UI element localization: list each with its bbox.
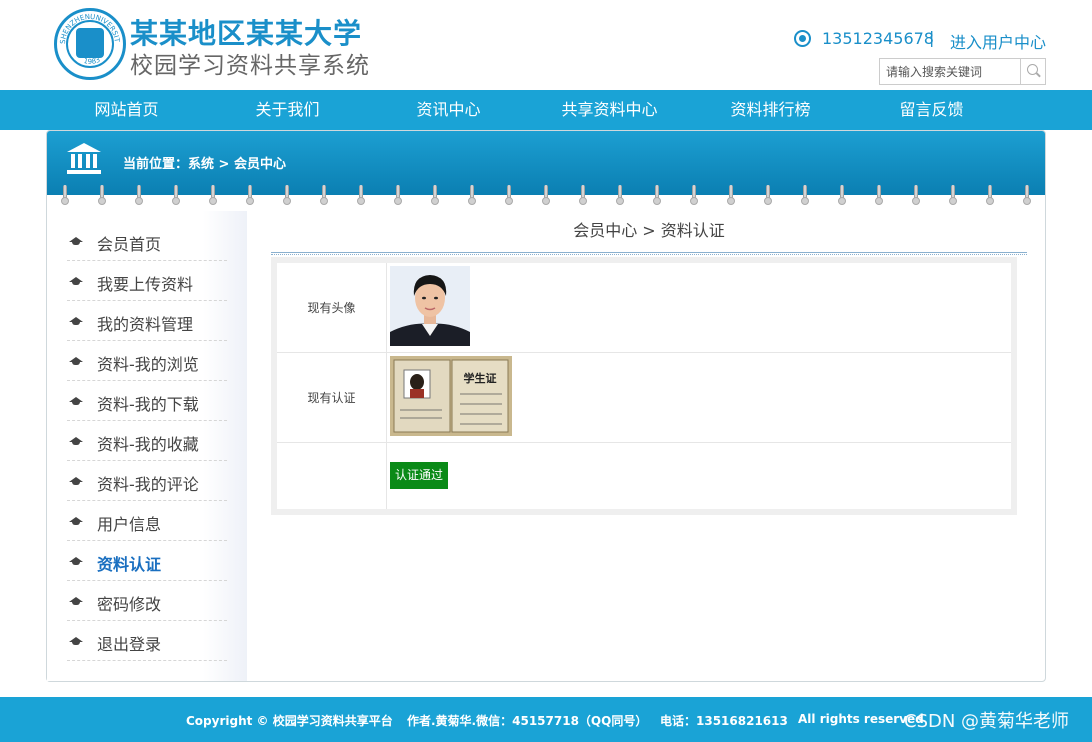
building-icon [67,143,101,175]
table-row-avatar: 现有头像 [277,263,1011,353]
cert-card-text: 学生证 [464,371,497,385]
nav-item-feedback[interactable]: 留言反馈 [851,90,1012,130]
graduation-cap-icon [69,397,83,406]
sidebar-item-label: 退出登录 [97,635,162,654]
verification-table: 现有头像 现有认证 学生证 认证通过 [271,257,1017,515]
sidebar-item-label: 资料-我的评论 [97,475,199,494]
nav-item-home[interactable]: 网站首页 [46,90,207,130]
sidebar-item-logout[interactable]: 退出登录 [67,621,227,661]
search-box [879,58,1046,85]
graduation-cap-icon [69,357,83,366]
sidebar-item-label: 我要上传资料 [97,275,194,294]
user-center-link[interactable]: 进入用户中心 [950,29,1046,53]
sidebar-item-verification[interactable]: 资料认证 [67,541,227,581]
sidebar-item-my-downloads[interactable]: 资料-我的下载 [67,381,227,421]
graduation-cap-icon [69,517,83,526]
footer-author: 作者.黄菊华.微信：45157718（QQ同号） [407,714,648,728]
sidebar-item-label: 资料-我的浏览 [97,355,199,374]
footer-phone: 电话：13516821613 [660,714,788,728]
sidebar-item-label: 用户信息 [97,515,162,534]
sidebar-item-label: 密码修改 [97,595,162,614]
graduation-cap-icon [69,437,83,446]
site-footer: Copyright © 校园学习资料共享平台 作者.黄菊华.微信：4515771… [0,697,1092,742]
header-phone: 13512345678 [822,29,934,48]
current-avatar-image [390,266,470,346]
content-title: 会员中心 > 资料认证 [271,217,1027,255]
graduation-cap-icon [69,477,83,486]
breadcrumb: 当前位置：系统 > 会员中心 [123,157,286,172]
sidebar-item-change-password[interactable]: 密码修改 [67,581,227,621]
row-label: 现有认证 [277,353,387,442]
sidebar-item-my-materials[interactable]: 我的资料管理 [67,301,227,341]
spiral-binding-decoration [47,185,1045,209]
search-input[interactable] [880,59,1020,84]
footer-copyright: Copyright © 校园学习资料共享平台 [186,714,393,728]
sidebar-item-my-favorites[interactable]: 资料-我的收藏 [67,421,227,461]
row-label: 现有头像 [277,263,387,352]
row-label-empty [277,443,387,509]
search-icon-handle [1036,72,1041,78]
student-card-illustration: 学生证 [390,356,512,436]
search-button[interactable] [1020,59,1045,84]
student-id-card-image: 学生证 [390,356,512,436]
table-row-status: 认证通过 [277,443,1011,509]
table-row-certificate: 现有认证 学生证 [277,353,1011,443]
main-nav: 网站首页 关于我们 资讯中心 共享资料中心 资料排行榜 留言反馈 [0,90,1092,130]
sidebar-item-label: 资料-我的收藏 [97,435,199,454]
sidebar-item-my-comments[interactable]: 资料-我的评论 [67,461,227,501]
sidebar-item-label: 资料认证 [97,555,162,574]
avatar-portrait [390,266,470,346]
seal-emblem [76,28,104,58]
graduation-cap-icon [69,557,83,566]
system-name: 校园学习资料共享系统 [130,53,370,79]
graduation-cap-icon [69,597,83,606]
header-separator: | [929,28,935,47]
sidebar-item-label: 资料-我的下载 [97,395,199,414]
phone-circle-icon [794,30,811,47]
university-seal-logo: SHENZHEN UNIVERSITY 1983 [54,8,126,80]
member-center-panel: 当前位置：系统 > 会员中心 会员首页 我要上传资料 我的资料管理 资料-我的浏… [46,130,1046,682]
nav-item-shared-materials[interactable]: 共享资料中心 [529,90,690,130]
nav-item-about[interactable]: 关于我们 [207,90,368,130]
graduation-cap-icon [69,237,83,246]
sidebar-item-upload[interactable]: 我要上传资料 [67,261,227,301]
sidebar-item-my-views[interactable]: 资料-我的浏览 [67,341,227,381]
graduation-cap-icon [69,277,83,286]
member-sidebar: 会员首页 我要上传资料 我的资料管理 资料-我的浏览 资料-我的下载 资料-我的… [47,211,247,681]
csdn-watermark: CSDN @黄菊华老师 [904,711,1070,732]
nav-item-news[interactable]: 资讯中心 [368,90,529,130]
sidebar-item-label: 我的资料管理 [97,315,194,334]
sidebar-item-label: 会员首页 [97,235,162,254]
sidebar-item-user-info[interactable]: 用户信息 [67,501,227,541]
sidebar-item-member-home[interactable]: 会员首页 [67,221,227,261]
site-header: SHENZHEN UNIVERSITY 1983 某某地区某某大学 校园学习资料… [0,0,1092,90]
graduation-cap-icon [69,317,83,326]
verification-status-badge: 认证通过 [390,462,449,489]
graduation-cap-icon [69,637,83,646]
nav-item-ranking[interactable]: 资料排行榜 [690,90,851,130]
